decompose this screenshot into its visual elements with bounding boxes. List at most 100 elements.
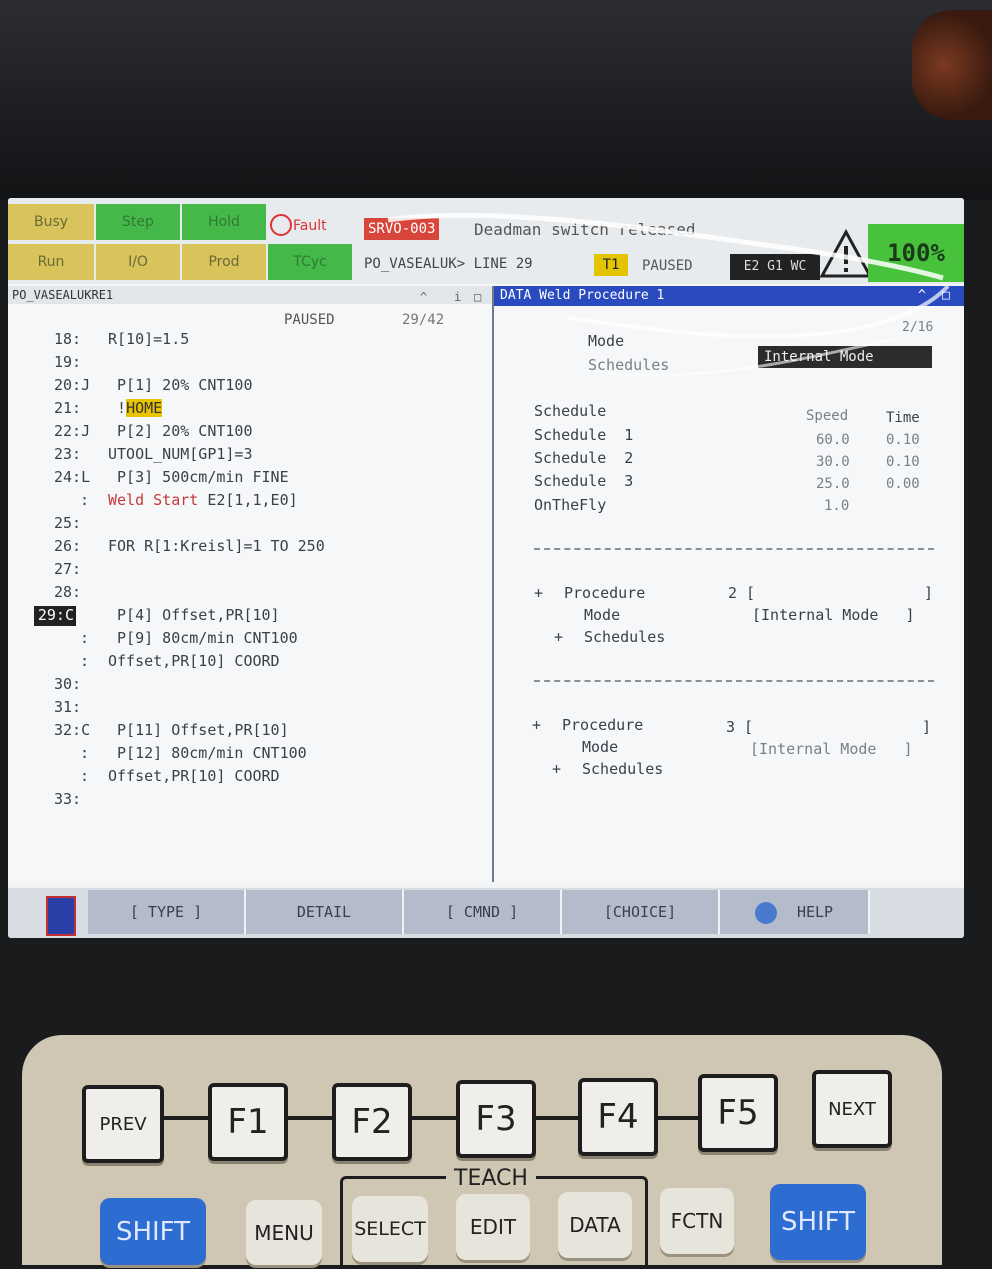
- f5-help-label[interactable]: HELP: [720, 890, 870, 934]
- program-line[interactable]: : P[9] 80cm/min CNT100: [8, 629, 492, 652]
- program-line[interactable]: 24:L P[3] 500cm/min FINE: [8, 468, 492, 491]
- procedure-number[interactable]: 3 [: [726, 718, 753, 736]
- f1-key[interactable]: F1: [208, 1083, 288, 1161]
- f4-choice-label[interactable]: [CHOICE]: [562, 890, 720, 934]
- speed-override[interactable]: 100%: [868, 224, 964, 282]
- program-line[interactable]: 21: !HOME: [8, 399, 492, 422]
- emergency-stop-button[interactable]: [912, 10, 992, 120]
- speed-header: Speed: [806, 408, 849, 424]
- select-key[interactable]: SELECT: [352, 1196, 428, 1262]
- edit-key[interactable]: EDIT: [456, 1194, 530, 1260]
- program-name: PO_VASEALUKRE1: [12, 288, 114, 302]
- procedure-mode-label: Mode: [584, 606, 621, 624]
- program-line[interactable]: : Offset,PR[10] COORD: [8, 652, 492, 675]
- data-key[interactable]: DATA: [558, 1192, 632, 1258]
- info-icon[interactable]: i: [454, 288, 461, 306]
- f4-key[interactable]: F4: [578, 1078, 658, 1156]
- program-line[interactable]: 28:: [8, 583, 492, 606]
- fault-label: Fault: [293, 218, 327, 234]
- led-busy: Busy: [8, 204, 94, 240]
- expand-plus[interactable]: +: [552, 760, 561, 778]
- program-line[interactable]: 26: FOR R[1:Kreisl]=1 TO 250: [8, 537, 492, 560]
- procedure-mode-value[interactable]: [Internal Mode ]: [750, 740, 913, 758]
- alarm-message: Deadman switch released: [474, 220, 696, 239]
- f3-key[interactable]: F3: [456, 1080, 536, 1158]
- f3-cmnd-label[interactable]: [ CMND ]: [404, 890, 562, 934]
- pendant-bezel: [0, 0, 992, 200]
- schedule-time[interactable]: 0.00: [886, 476, 920, 492]
- menu-key[interactable]: MENU: [246, 1200, 322, 1265]
- procedure-bracket: ]: [924, 584, 934, 602]
- f2-detail-label[interactable]: DETAIL: [246, 890, 404, 934]
- program-lines: 18: R[10]=1.5 19: 20:J P[1] 20% CNT100 21…: [8, 330, 492, 813]
- procedure-number[interactable]: 2 [: [728, 584, 755, 602]
- program-line[interactable]: 32:C P[11] Offset,PR[10]: [8, 721, 492, 744]
- shift-key-right[interactable]: SHIFT: [770, 1184, 866, 1260]
- fctn-key[interactable]: FCTN: [660, 1188, 734, 1254]
- led-tcyc: TCyc: [268, 244, 352, 280]
- f1-type-label[interactable]: [ TYPE ]: [88, 890, 246, 934]
- program-header: PO_VASEALUKRE1 ^ i □: [8, 286, 492, 304]
- expand-plus[interactable]: +: [554, 628, 563, 646]
- schedule-speed[interactable]: 30.0: [816, 454, 850, 470]
- program-line[interactable]: 31:: [8, 698, 492, 721]
- program-line[interactable]: 23: UTOOL_NUM[GP1]=3: [8, 445, 492, 468]
- schedule-time[interactable]: 0.10: [886, 432, 920, 448]
- onthefly-value[interactable]: 1.0: [824, 498, 849, 514]
- next-key[interactable]: NEXT: [812, 1070, 892, 1148]
- status-bar: Busy Step Hold Run I/O Prod TCyc Fault S…: [8, 198, 964, 284]
- mode-value-field[interactable]: Internal Mode: [758, 346, 932, 368]
- program-line-current[interactable]: 29:C P[4] Offset,PR[10]: [8, 606, 492, 629]
- collapse-icon[interactable]: ^: [918, 286, 926, 306]
- schedule-row-label: Schedule 1: [534, 426, 634, 444]
- line-cursor: 29:C: [34, 606, 76, 626]
- program-line[interactable]: 19:: [8, 353, 492, 376]
- weld-procedure-panel: DATA Weld Procedure 1 ^ □ 2/16 Mode Inte…: [494, 286, 964, 882]
- schedule-row-label: Schedule 3: [534, 472, 634, 490]
- led-hold: Hold: [182, 204, 266, 240]
- warning-icon: [820, 228, 872, 278]
- expand-plus[interactable]: +: [532, 716, 541, 734]
- collapse-icon[interactable]: ^: [420, 288, 427, 306]
- led-prod: Prod: [182, 244, 266, 280]
- onthefly-label: OnTheFly: [534, 496, 607, 514]
- program-line[interactable]: : Weld Start E2[1,1,E0]: [8, 491, 492, 514]
- program-line[interactable]: 25:: [8, 514, 492, 537]
- weld-start-keyword: Weld Start: [108, 491, 199, 509]
- program-line[interactable]: : Offset,PR[10] COORD: [8, 767, 492, 790]
- f2-key[interactable]: F2: [332, 1083, 412, 1161]
- teach-label: TEACH: [446, 1166, 536, 1191]
- led-io: I/O: [96, 244, 180, 280]
- procedure-mode-value[interactable]: [Internal Mode ]: [752, 606, 915, 624]
- procedure-mode-label: Mode: [582, 738, 619, 756]
- program-line[interactable]: : P[12] 80cm/min CNT100: [8, 744, 492, 767]
- schedule-speed[interactable]: 25.0: [816, 476, 850, 492]
- maximize-icon[interactable]: □: [942, 286, 950, 306]
- program-line[interactable]: 30:: [8, 675, 492, 698]
- f5-key[interactable]: F5: [698, 1074, 778, 1152]
- divider: [534, 548, 934, 550]
- program-state: PAUSED: [284, 312, 335, 328]
- program-line-status: PO_VASEALUK> LINE 29: [364, 256, 533, 272]
- program-line[interactable]: 33:: [8, 790, 492, 813]
- program-editor: PO_VASEALUKRE1 ^ i □ PAUSED 29/42 18: R[1…: [8, 286, 494, 882]
- program-line[interactable]: 27:: [8, 560, 492, 583]
- shift-key-left[interactable]: SHIFT: [100, 1198, 206, 1265]
- home-label: HOME: [126, 399, 163, 417]
- program-line[interactable]: 20:J P[1] 20% CNT100: [8, 376, 492, 399]
- procedure-bracket: ]: [922, 718, 932, 736]
- schedule-speed[interactable]: 60.0: [816, 432, 850, 448]
- schedule-time[interactable]: 0.10: [886, 454, 920, 470]
- state-label: PAUSED: [642, 258, 693, 274]
- program-line[interactable]: 18: R[10]=1.5: [8, 330, 492, 353]
- prev-key[interactable]: PREV: [82, 1085, 164, 1163]
- led-step: Step: [96, 204, 180, 240]
- alarm-code: SRVO-003: [364, 218, 440, 240]
- data-panel-title: DATA Weld Procedure 1: [500, 288, 665, 303]
- teach-pendant-screen: Busy Step Hold Run I/O Prod TCyc Fault S…: [8, 198, 964, 938]
- expand-plus[interactable]: +: [534, 584, 543, 602]
- mode-badge: T1: [594, 254, 628, 276]
- maximize-icon[interactable]: □: [474, 288, 481, 306]
- mode-label: Mode: [588, 332, 625, 350]
- program-line[interactable]: 22:J P[2] 20% CNT100: [8, 422, 492, 445]
